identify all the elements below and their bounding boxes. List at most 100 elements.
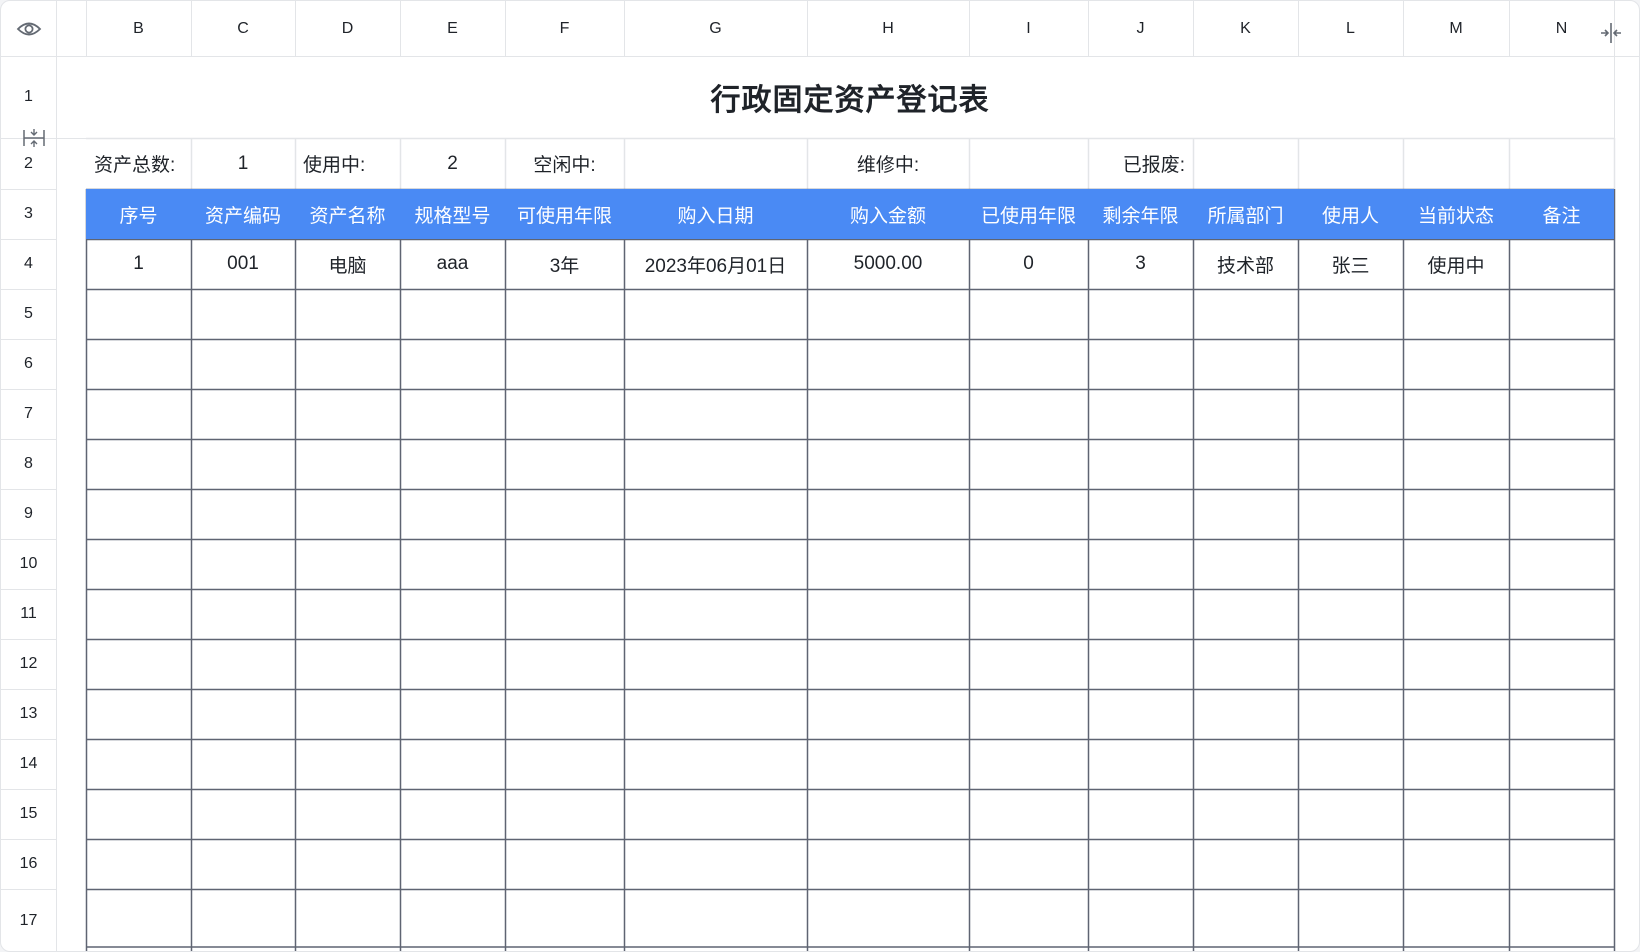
empty-cell[interactable] xyxy=(624,739,807,789)
empty-cell[interactable] xyxy=(295,389,400,439)
empty-cell[interactable] xyxy=(969,389,1088,439)
row-header-11[interactable]: 11 xyxy=(1,589,56,639)
empty-cell[interactable] xyxy=(1509,489,1614,539)
column-header-F[interactable]: F xyxy=(505,1,624,56)
empty-cell[interactable] xyxy=(624,639,807,689)
empty-cell[interactable] xyxy=(191,389,295,439)
empty-cell[interactable] xyxy=(1193,339,1298,389)
empty-cell[interactable] xyxy=(624,289,807,339)
empty-cell[interactable] xyxy=(1509,289,1614,339)
in-use-label[interactable]: 使用中: xyxy=(295,138,400,189)
table-cell[interactable]: 电脑 xyxy=(295,239,400,289)
empty-cell[interactable] xyxy=(400,589,505,639)
empty-cell[interactable] xyxy=(505,789,624,839)
table-cell[interactable]: 2023年06月01日 xyxy=(624,239,807,289)
empty-cell[interactable] xyxy=(1298,789,1403,839)
empty-cell[interactable] xyxy=(969,339,1088,389)
table-header-cell[interactable]: 购入日期 xyxy=(624,189,807,239)
empty-cell[interactable] xyxy=(1403,789,1509,839)
table-cell[interactable]: 5000.00 xyxy=(807,239,969,289)
empty-cell[interactable] xyxy=(1193,789,1298,839)
table-cell[interactable]: 技术部 xyxy=(1193,239,1298,289)
empty-cell[interactable] xyxy=(1403,439,1509,489)
empty-cell[interactable] xyxy=(1088,739,1193,789)
empty-cell[interactable] xyxy=(969,839,1088,889)
empty-cell[interactable] xyxy=(295,739,400,789)
table-cell[interactable]: 张三 xyxy=(1298,239,1403,289)
empty-cell[interactable] xyxy=(191,589,295,639)
empty-cell[interactable] xyxy=(1403,289,1509,339)
empty-cell[interactable] xyxy=(191,689,295,739)
empty-cell[interactable] xyxy=(505,689,624,739)
empty-cell[interactable] xyxy=(1403,839,1509,889)
empty-cell[interactable] xyxy=(807,789,969,839)
empty-cell[interactable] xyxy=(86,889,191,951)
table-header-cell[interactable]: 所属部门 xyxy=(1193,189,1298,239)
empty-cell[interactable] xyxy=(400,789,505,839)
empty-cell[interactable] xyxy=(1088,789,1193,839)
empty-cell[interactable] xyxy=(1088,639,1193,689)
idle-value[interactable] xyxy=(624,138,807,189)
empty-cell[interactable] xyxy=(969,639,1088,689)
empty-cell[interactable] xyxy=(624,389,807,439)
empty-cell[interactable] xyxy=(807,839,969,889)
empty-cell[interactable] xyxy=(1509,589,1614,639)
empty-cell[interactable] xyxy=(400,689,505,739)
empty-cell[interactable] xyxy=(505,489,624,539)
repair-value[interactable] xyxy=(969,138,1088,189)
empty-cell[interactable] xyxy=(400,439,505,489)
empty-cell[interactable] xyxy=(807,739,969,789)
empty-cell[interactable] xyxy=(624,339,807,389)
column-header-M[interactable]: M xyxy=(1403,1,1509,56)
empty-cell[interactable] xyxy=(191,539,295,589)
empty-cell[interactable] xyxy=(191,639,295,689)
empty-cell[interactable] xyxy=(1088,889,1193,951)
empty-cell[interactable] xyxy=(1193,589,1298,639)
empty-cell[interactable] xyxy=(969,489,1088,539)
empty-cell[interactable] xyxy=(295,639,400,689)
empty-cell[interactable] xyxy=(86,289,191,339)
empty-cell[interactable] xyxy=(86,539,191,589)
table-cell[interactable]: 3年 xyxy=(505,239,624,289)
empty-cell[interactable] xyxy=(1088,289,1193,339)
empty-cell[interactable] xyxy=(624,889,807,951)
table-cell[interactable]: 0 xyxy=(969,239,1088,289)
table-header-cell[interactable]: 规格型号 xyxy=(400,189,505,239)
empty-cell[interactable] xyxy=(505,389,624,439)
empty-cell[interactable] xyxy=(400,289,505,339)
column-header-D[interactable]: D xyxy=(295,1,400,56)
empty-cell[interactable] xyxy=(1298,539,1403,589)
empty-cell[interactable] xyxy=(1403,689,1509,739)
empty-cell[interactable] xyxy=(505,339,624,389)
table-header-cell[interactable]: 可使用年限 xyxy=(505,189,624,239)
empty-cell[interactable] xyxy=(624,789,807,839)
empty-cell[interactable] xyxy=(86,789,191,839)
empty-cell[interactable] xyxy=(1088,839,1193,889)
empty-cell[interactable] xyxy=(191,289,295,339)
empty-cell[interactable] xyxy=(807,439,969,489)
empty-cell[interactable] xyxy=(807,689,969,739)
empty-cell[interactable] xyxy=(969,289,1088,339)
table-header-cell[interactable]: 备注 xyxy=(1509,189,1614,239)
empty-cell[interactable] xyxy=(1193,489,1298,539)
empty-cell[interactable] xyxy=(1193,689,1298,739)
empty-cell[interactable] xyxy=(1193,839,1298,889)
sheet-title[interactable]: 行政固定资产登记表 xyxy=(86,56,1614,138)
empty-cell[interactable] xyxy=(969,539,1088,589)
empty-cell[interactable] xyxy=(1403,539,1509,589)
row-header-13[interactable]: 13 xyxy=(1,689,56,739)
empty-cell[interactable] xyxy=(295,839,400,889)
empty-cell[interactable] xyxy=(400,339,505,389)
eye-icon[interactable] xyxy=(13,15,45,43)
column-header-B[interactable]: B xyxy=(86,1,191,56)
row-header-16[interactable]: 16 xyxy=(1,839,56,889)
empty-cell[interactable] xyxy=(1088,689,1193,739)
empty-cell[interactable] xyxy=(969,889,1088,951)
empty-cell[interactable] xyxy=(1298,689,1403,739)
empty-cell[interactable] xyxy=(295,689,400,739)
empty-cell[interactable] xyxy=(295,889,400,951)
column-header-H[interactable]: H xyxy=(807,1,969,56)
table-cell[interactable]: 001 xyxy=(191,239,295,289)
empty-cell[interactable] xyxy=(191,789,295,839)
empty-cell[interactable] xyxy=(86,389,191,439)
